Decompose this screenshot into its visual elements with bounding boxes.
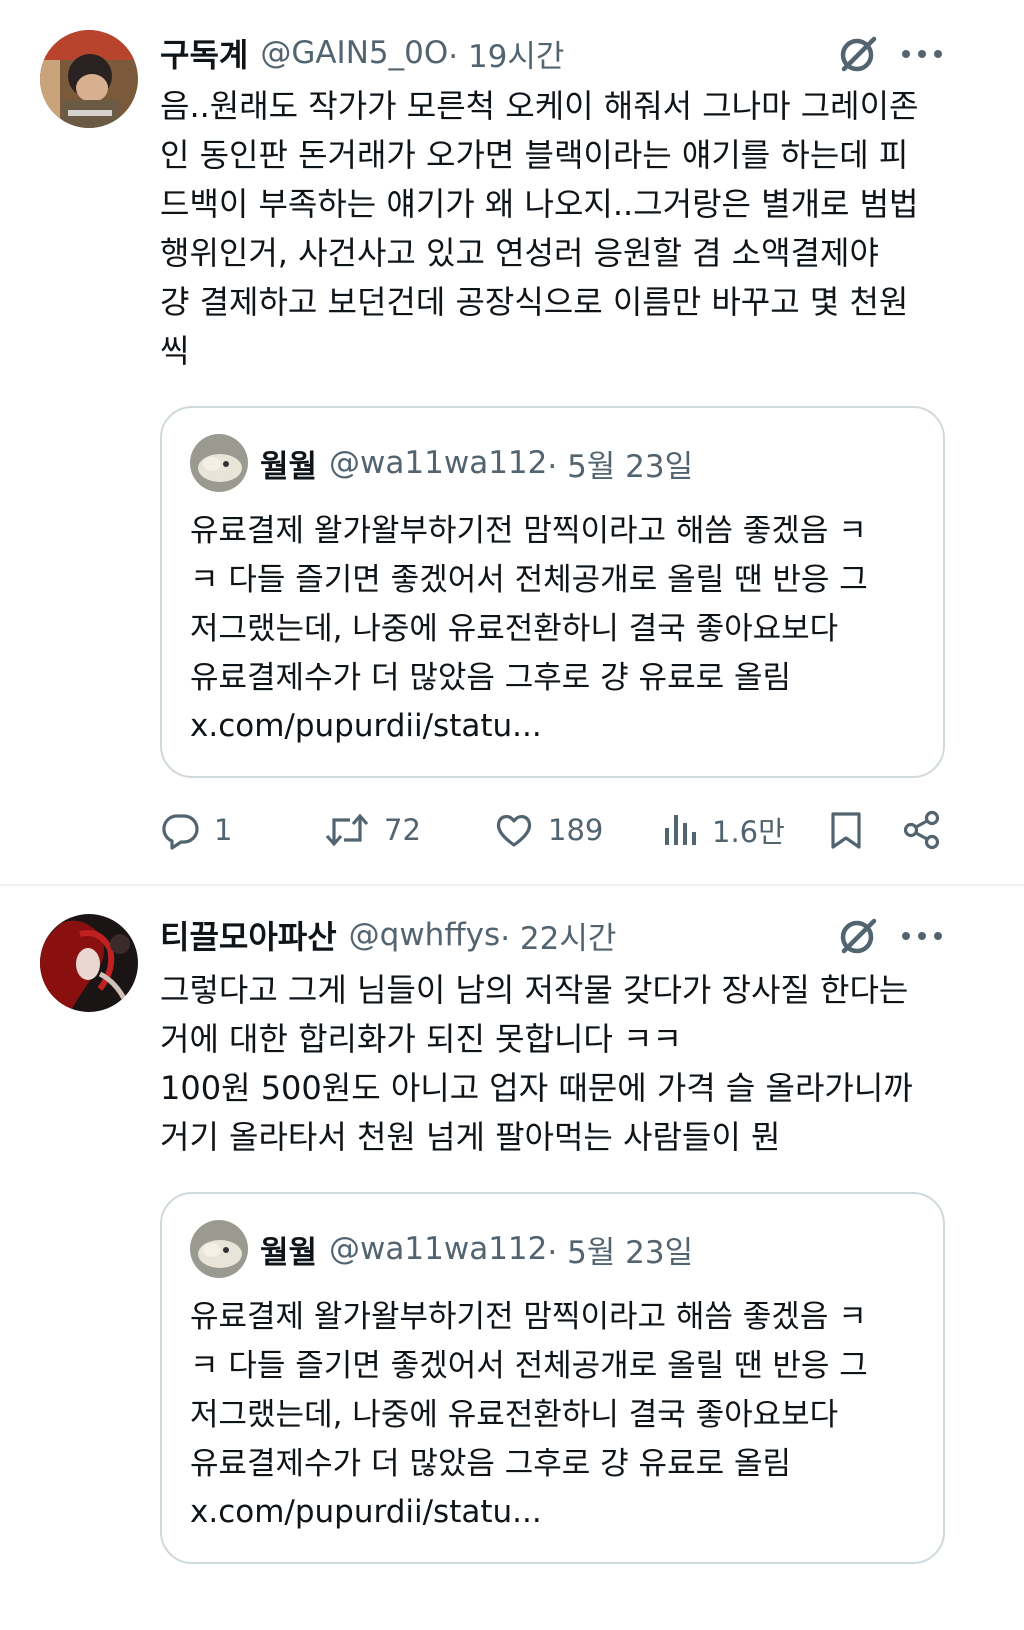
quoted-text: 유료결제 왈가왈부하기전 맘찍이라고 해씀 좋겠음 ㅋ ㅋ 다들 즐기면 좋겠어… [190,513,868,696]
quoted-link[interactable]: x.com/pupurdii/statu... [190,1488,542,1537]
avatar[interactable] [40,30,138,128]
views-button[interactable]: 1.6만 [662,800,785,860]
avatar[interactable] [40,914,138,1012]
quoted-tweet[interactable]: 월월 @wa11wa112 · 5월 23일 유료결제 왈가왈부하기전 맘찍이라… [160,406,945,778]
bookmark-icon [831,812,861,849]
timestamp[interactable]: · 22시간 [500,913,616,958]
more-icon[interactable] [902,48,942,60]
quoted-timestamp: · 5월 23일 [547,1234,694,1271]
quoted-text: 유료결제 왈가왈부하기전 맘찍이라고 해씀 좋겠음 ㅋ ㅋ 다들 즐기면 좋겠어… [190,1299,868,1482]
action-bar: 1 72 189 1.6만 [0,800,1024,860]
heart-icon [496,815,532,847]
quoted-tweet[interactable]: 월월 @wa11wa112 · 5월 23일 유료결제 왈가왈부하기전 맘찍이라… [160,1192,945,1564]
display-name[interactable]: 구독계 [160,30,248,76]
quoted-avatar [190,434,248,492]
grok-icon[interactable] [836,914,880,958]
quoted-timestamp: · 5월 23일 [547,448,694,485]
bookmark-button[interactable] [828,800,864,860]
quoted-link[interactable]: x.com/pupurdii/statu... [190,702,542,751]
quoted-header: 월월 @wa11wa112 · 5월 23일 [260,438,693,488]
reply-count: 1 [214,813,233,847]
tweet-2[interactable]: 티끌모아파산 @qwhffys · 22시간 그렇다고 그게 님들이 남의 저작… [0,886,1024,1630]
reply-icon [162,814,199,850]
grok-icon[interactable] [836,32,880,76]
user-handle[interactable]: @qwhffys [349,917,501,953]
share-icon [903,810,940,850]
tweet-header: 티끌모아파산 @qwhffys · 22시간 [160,910,616,960]
like-count: 189 [548,813,604,847]
timestamp[interactable]: · 19시간 [448,31,564,76]
retweet-button[interactable]: 72 [324,800,421,860]
quoted-header: 월월 @wa11wa112 · 5월 23일 [260,1224,693,1274]
reply-button[interactable]: 1 [160,800,232,860]
tweet-text: 그렇다고 그게 님들이 남의 저작물 갖다가 장사질 한다는 거에 대한 합리화… [160,971,913,1156]
views-icon [665,815,696,845]
like-button[interactable]: 189 [494,800,603,860]
tweet-text: 음..원래도 작가가 모른척 오케이 해줘서 그나마 그레이존 인 동인판 돈거… [160,87,919,370]
share-button[interactable] [902,800,942,860]
quoted-handle: @wa11wa112 [329,445,548,481]
more-icon[interactable] [902,930,942,942]
quoted-avatar [190,1220,248,1278]
display-name[interactable]: 티끌모아파산 [160,912,337,958]
quoted-handle: @wa11wa112 [329,1231,548,1267]
retweet-icon [325,813,369,847]
tweet-1[interactable]: 구독계 @GAIN5_0O · 19시간 음..원래도 작가가 모른척 오케이 … [0,0,1024,884]
views-count: 1.6만 [712,815,785,849]
quoted-display-name: 월월 [260,1234,318,1271]
quoted-display-name: 월월 [260,448,318,485]
retweet-count: 72 [384,813,421,847]
user-handle[interactable]: @GAIN5_0O [260,35,448,71]
tweet-header: 구독계 @GAIN5_0O · 19시간 [160,28,564,78]
